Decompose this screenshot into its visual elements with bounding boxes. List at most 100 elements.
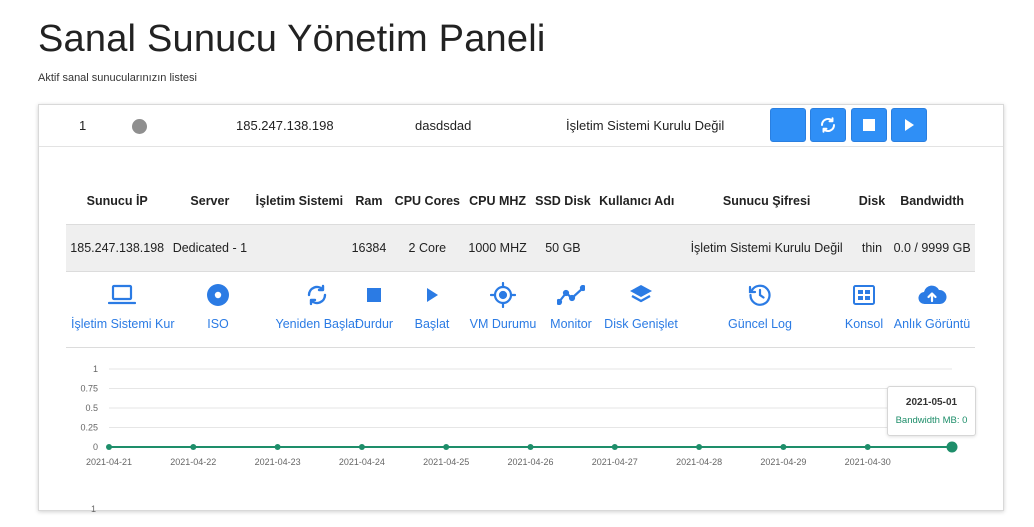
col-header: Sunucu Şifresi — [678, 178, 855, 225]
data-point — [274, 444, 281, 450]
page-title: Sanal Sunucu Yönetim Paneli — [38, 18, 546, 60]
chart-tooltip: 2021-05-01 Bandwidth MB: 0 — [887, 386, 976, 436]
server-ip: 185.247.138.198 — [236, 118, 334, 133]
y-tick-label: 0 — [93, 442, 98, 452]
server-card: 1 185.247.138.198 dasdsdad İşletim Siste… — [38, 104, 1004, 511]
stop-icon — [863, 119, 875, 131]
action-label: İşletim Sistemi Kur — [71, 317, 175, 331]
data-point — [946, 441, 958, 453]
tooltip-value: Bandwidth MB: 0 — [895, 415, 968, 426]
cell-ip: 185.247.138.198 — [66, 224, 169, 272]
console-icon — [853, 285, 875, 305]
laptop-icon — [108, 284, 136, 305]
monitor-button[interactable]: Monitor — [546, 281, 596, 331]
play-button[interactable] — [891, 108, 927, 142]
action-label: Konsol — [844, 317, 884, 331]
cell-disk: thin — [854, 224, 890, 272]
col-header: Server — [168, 178, 252, 225]
col-header: CPU Cores — [390, 178, 465, 225]
stop-action-button[interactable]: Durdur — [353, 281, 395, 331]
col-header: Sunucu İP — [66, 178, 169, 225]
crosshair-icon — [490, 282, 516, 308]
x-tick-label: 2021-04-23 — [255, 457, 301, 467]
server-name: dasdsdad — [415, 118, 472, 133]
col-header: İşletim Sistemi — [251, 178, 348, 225]
restart-icon — [307, 284, 327, 306]
cell-os — [251, 224, 348, 272]
cell-ram: 16384 — [347, 224, 391, 272]
vm-status-button[interactable]: VM Durumu — [467, 281, 539, 331]
col-header: Kullanıcı Adı — [594, 178, 679, 225]
cell-bandwidth: 0.0 / 9999 GB — [889, 224, 975, 272]
iso-button[interactable]: ISO — [199, 281, 237, 331]
action-label: Anlık Görüntü — [893, 317, 971, 331]
server-os-status: İşletim Sistemi Kurulu Değil — [566, 118, 725, 133]
y-tick-label: 1 — [93, 364, 98, 374]
data-point — [106, 444, 112, 450]
action-label: Başlat — [414, 317, 450, 331]
col-header: CPU MHZ — [464, 178, 531, 225]
x-tick-label: 2021-04-26 — [507, 457, 553, 467]
disk-expand-button[interactable]: Disk Genişlet — [603, 281, 679, 331]
history-icon — [748, 284, 771, 306]
cell-ssd: 50 GB — [530, 224, 595, 272]
tooltip-date: 2021-05-01 — [905, 397, 958, 408]
data-point — [527, 444, 534, 450]
data-point — [443, 444, 450, 450]
server-specs-table: Sunucu İP Server İşletim Sistemi Ram CPU… — [66, 178, 975, 272]
cell-cpu-cores: 2 Core — [390, 224, 465, 272]
stop-button[interactable] — [851, 108, 887, 142]
cloud-upload-icon — [918, 285, 947, 305]
x-tick-label: 2021-04-24 — [339, 457, 385, 467]
cell-cpu-mhz: 1000 MHZ — [464, 224, 531, 272]
data-point — [696, 444, 703, 450]
y-tick-label: 0.5 — [85, 403, 98, 413]
x-tick-label: 2021-04-30 — [845, 457, 891, 467]
col-header: SSD Disk — [530, 178, 595, 225]
blank-button[interactable] — [770, 108, 806, 142]
server-index: 1 — [79, 118, 87, 133]
console-button[interactable]: Konsol — [843, 281, 885, 331]
restart-button[interactable] — [810, 108, 846, 142]
install-os-button[interactable]: İşletim Sistemi Kur — [71, 281, 175, 331]
data-point — [611, 444, 618, 450]
action-label: Durdur — [354, 317, 394, 331]
section-divider — [66, 347, 975, 348]
layers-icon — [630, 285, 652, 303]
snapshot-button[interactable]: Anlık Görüntü — [890, 281, 974, 331]
action-label: Monitor — [550, 317, 592, 331]
bandwidth-chart: 1 0.75 0.5 0.25 0 2021-04-21 2021-04-22 2021-04… — [80, 364, 958, 467]
disc-icon — [207, 284, 229, 306]
data-point — [358, 444, 365, 450]
x-tick-label: 2021-04-28 — [676, 457, 722, 467]
cell-username — [594, 224, 679, 272]
server-card-header[interactable]: 1 185.247.138.198 dasdsdad İşletim Siste… — [39, 105, 1003, 147]
cell-server: Dedicated - 1 — [168, 224, 252, 272]
table-header-row: Sunucu İP Server İşletim Sistemi Ram CPU… — [66, 178, 975, 225]
table-row: 185.247.138.198 Dedicated - 1 16384 2 Co… — [66, 224, 975, 272]
x-tick-label: 2021-04-27 — [592, 457, 638, 467]
col-header: Bandwidth — [889, 178, 975, 225]
data-point — [780, 444, 787, 450]
page-subtitle: Aktif sanal sunucularınızın listesi — [38, 72, 197, 84]
col-header: Disk — [854, 178, 890, 225]
y-tick-label: 0.75 — [80, 384, 98, 394]
y-tick-label: 0.25 — [80, 423, 98, 433]
x-tick-label: 2021-04-25 — [423, 457, 469, 467]
x-tick-label: 2021-04-21 — [86, 457, 132, 467]
data-point — [864, 444, 871, 450]
x-tick-label: 2021-04-29 — [760, 457, 806, 467]
start-action-button[interactable]: Başlat — [411, 281, 453, 331]
stop-icon — [367, 288, 381, 302]
col-header: Ram — [347, 178, 391, 225]
action-label: Disk Genişlet — [604, 317, 678, 331]
action-label: VM Durumu — [469, 317, 537, 331]
action-label: Güncel Log — [728, 317, 792, 331]
current-log-button[interactable]: Güncel Log — [725, 281, 795, 331]
action-label: ISO — [207, 317, 229, 331]
x-tick-label: 2021-04-22 — [170, 457, 216, 467]
chart-line-icon — [557, 285, 585, 305]
status-indicator — [132, 119, 147, 134]
restart-icon — [821, 117, 835, 133]
data-point — [190, 444, 197, 450]
